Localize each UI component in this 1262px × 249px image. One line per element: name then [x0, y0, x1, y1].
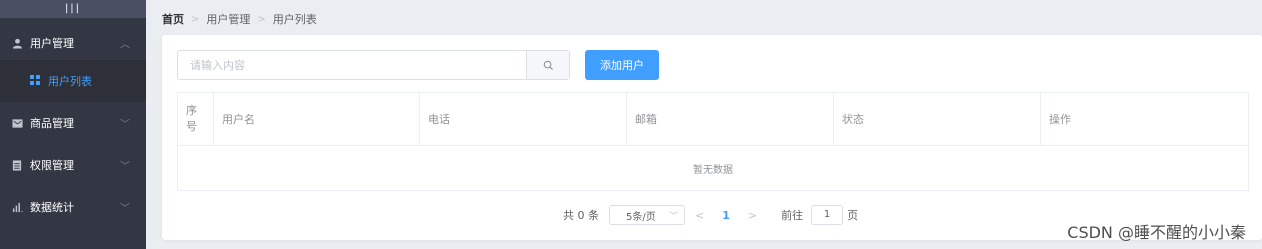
goto-page-input[interactable]: 1 — [811, 205, 844, 225]
column-header-username: 用户名 — [214, 93, 420, 145]
column-header-index: 序 号 — [178, 93, 214, 145]
goto-label: 前往 — [781, 209, 804, 222]
add-user-button[interactable]: 添加用户 — [585, 50, 659, 80]
breadcrumb-separator-icon: > — [191, 13, 200, 25]
box-icon — [11, 117, 23, 129]
search-input[interactable] — [178, 51, 526, 79]
breadcrumb-home[interactable]: 首页 — [162, 11, 184, 27]
next-page-button[interactable]: > — [748, 209, 757, 222]
search-button[interactable] — [526, 51, 569, 79]
sidebar-subitem-label: 用户列表 — [48, 75, 92, 88]
user-table: 序 号 用户名 电话 邮箱 状态 操作 暂无数据 — [177, 92, 1249, 191]
sidebar-item-label: 权限管理 — [30, 159, 74, 172]
sidebar-item-permission-management[interactable]: 权限管理 ﹀ — [0, 144, 146, 186]
prev-page-button[interactable]: < — [695, 209, 704, 222]
table-header: 序 号 用户名 电话 邮箱 状态 操作 — [178, 93, 1248, 146]
pagination: 共 0 条 5条/页 ﹀ < 1 > 前往 1 页 — [563, 205, 858, 225]
main-content: 首页 > 用户管理 > 用户列表 添加用户 序 号 用户名 电话 邮箱 状态 操… — [146, 0, 1262, 249]
bar-chart-icon — [11, 201, 23, 213]
chevron-down-icon: ﹀ — [120, 203, 130, 215]
chevron-up-icon: ︿ — [120, 39, 130, 51]
sidebar: ||| 用户管理 ︿ 用户列表 商品管理 ﹀ 权限管理 ﹀ 数据统计 ﹀ — [0, 0, 146, 249]
user-icon — [11, 37, 23, 49]
page-number[interactable]: 1 — [722, 209, 730, 222]
breadcrumb: 首页 > 用户管理 > 用户列表 — [162, 11, 317, 27]
chevron-down-icon: ﹀ — [120, 119, 130, 131]
column-header-status: 状态 — [834, 93, 1041, 145]
sidebar-toggle-button[interactable]: ||| — [0, 0, 146, 18]
chevron-down-icon: ﹀ — [668, 211, 678, 222]
empty-table-text: 暂无数据 — [693, 165, 733, 176]
pagination-total: 共 0 条 — [563, 209, 599, 222]
page-size-value: 5条/页 — [626, 211, 656, 223]
sidebar-item-label: 数据统计 — [30, 201, 74, 214]
column-header-index-line2: 号 — [186, 120, 197, 133]
chevron-down-icon: ﹀ — [120, 161, 130, 173]
sidebar-item-data-statistics[interactable]: 数据统计 ﹀ — [0, 186, 146, 228]
sidebar-item-user-management[interactable]: 用户管理 ︿ — [0, 22, 146, 64]
page-size-select[interactable]: 5条/页 ﹀ — [609, 205, 685, 225]
sidebar-item-label: 用户管理 — [30, 37, 74, 50]
sidebar-item-label: 商品管理 — [30, 117, 74, 130]
grid-icon — [30, 74, 40, 88]
column-header-index-line1: 序 — [186, 104, 197, 117]
sidebar-item-goods-management[interactable]: 商品管理 ﹀ — [0, 102, 146, 144]
doc-icon — [11, 159, 23, 171]
sidebar-subitem-user-list[interactable]: 用户列表 — [0, 60, 146, 102]
content-card: 添加用户 序 号 用户名 电话 邮箱 状态 操作 暂无数据 共 0 条 5条/页… — [162, 35, 1262, 240]
search-group — [177, 50, 570, 80]
watermark: CSDN @睡不醒的小小秦 — [1067, 223, 1246, 242]
breadcrumb-user-management: 用户管理 — [206, 13, 251, 26]
column-header-email: 邮箱 — [627, 93, 834, 145]
search-icon — [543, 60, 553, 70]
breadcrumb-user-list: 用户列表 — [272, 13, 317, 26]
column-header-phone: 电话 — [420, 93, 627, 145]
column-header-actions: 操作 — [1049, 113, 1071, 126]
breadcrumb-separator-icon: > — [257, 13, 266, 25]
page-suffix: 页 — [847, 209, 859, 222]
